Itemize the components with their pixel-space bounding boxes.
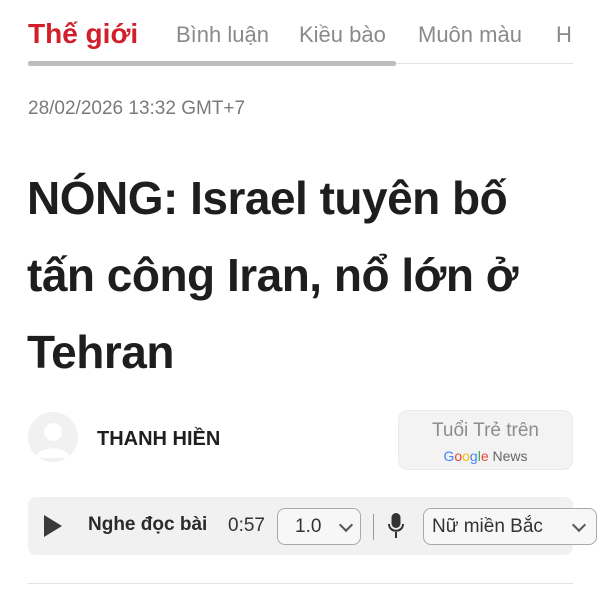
google-news-follow-button[interactable]: Tuổi Trẻ trên Google News (398, 410, 573, 470)
nav-tab-binh-luan[interactable]: Bình luận (176, 22, 269, 48)
publish-timestamp: 28/02/2026 13:32 GMT+7 (28, 98, 246, 119)
audio-duration: 0:57 (228, 515, 265, 536)
author-name[interactable]: THANH HIỀN (97, 428, 220, 451)
user-placeholder-icon (36, 423, 70, 458)
microphone-icon (388, 513, 404, 538)
voice-value: Nữ miền Bắc (432, 516, 543, 537)
play-icon[interactable] (44, 515, 62, 537)
divider (373, 514, 374, 540)
voice-select[interactable]: Nữ miền Bắc (423, 508, 597, 545)
nav-tab-kieu-bao[interactable]: Kiều bào (299, 22, 386, 48)
chevron-down-icon (571, 517, 587, 533)
author-avatar[interactable] (28, 412, 78, 462)
nav-tab-muon-mau[interactable]: Muôn màu (418, 22, 522, 48)
listen-label[interactable]: Nghe đọc bài (88, 514, 207, 536)
google-news-logo: Google News (399, 448, 572, 464)
article-headline: NÓNG: Israel tuyên bố tấn công Iran, nổ … (27, 172, 518, 378)
nav-tab-the-gioi[interactable]: Thế giới (28, 18, 138, 50)
section-divider (28, 583, 573, 584)
audio-player: Nghe đọc bài 0:57 1.0 Nữ miền Bắc (28, 497, 597, 555)
google-news-label: Tuổi Trẻ trên (431, 420, 539, 441)
news-logo-text: News (492, 448, 528, 464)
nav-scroll-indicator[interactable] (28, 61, 396, 66)
chevron-down-icon (338, 517, 354, 533)
nav-tab-truncated[interactable]: H (556, 22, 572, 48)
google-logo-text: Google (443, 448, 489, 464)
category-nav: Thế giới Bình luận Kiều bào Muôn màu H (0, 0, 600, 68)
playback-speed-select[interactable]: 1.0 (277, 508, 361, 545)
playback-speed-value: 1.0 (295, 516, 322, 537)
